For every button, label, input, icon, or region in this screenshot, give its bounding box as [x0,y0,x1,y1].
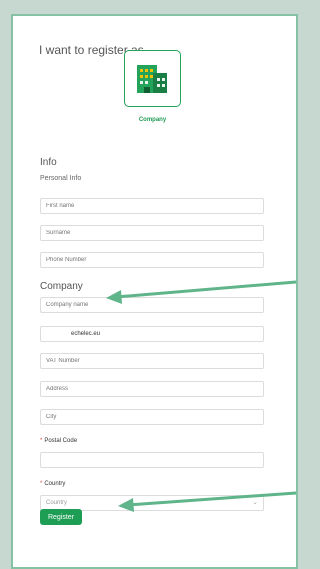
country-arrow-icon [118,491,297,512]
annotation-arrows [106,280,297,512]
company-name-arrow-icon [106,280,297,304]
